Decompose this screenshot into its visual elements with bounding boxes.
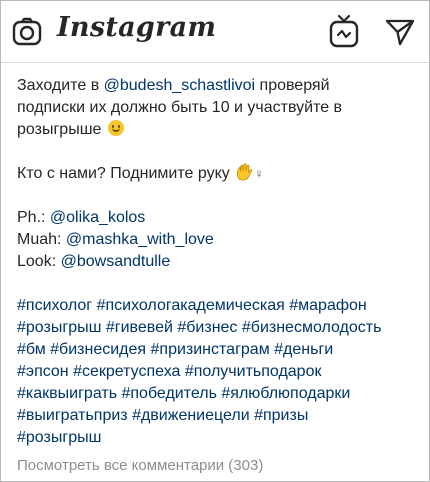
female-sign-glyph: ♀ (254, 166, 264, 181)
hashtag-block: #психолог #психологакадемическая #марафо… (17, 295, 417, 449)
raised-hand-emoji-icon (237, 163, 253, 181)
hashtag-line[interactable]: #психолог #психологакадемическая #марафо… (17, 295, 417, 317)
hashtag-line[interactable]: #каквыиграть #победитель #ялюблюподарки (17, 383, 417, 405)
credit-line: Look: @bowsandtulle (17, 253, 171, 270)
instagram-logo: Instagram (57, 12, 217, 43)
credit-link[interactable]: @olika_kolos (50, 209, 145, 226)
direct-message-icon[interactable] (385, 17, 415, 47)
credit-line: Ph.: @olika_kolos (17, 209, 146, 226)
hashtag-line[interactable]: #бм #бизнесидея #призинстаграм #деньги (17, 339, 417, 361)
view-all-comments-link[interactable]: Посмотреть все комментарии (303) (17, 457, 263, 474)
camera-icon[interactable] (11, 16, 43, 48)
hashtag-line[interactable]: #эпсон #секретуспеха #получитьподарок (17, 361, 417, 383)
credit-line: Muah: @mashka_with_love (17, 231, 214, 248)
smile-emoji-icon (107, 120, 124, 136)
credit-link[interactable]: @bowsandtulle (61, 253, 171, 270)
hashtag-line[interactable]: #выигратьприз #движениецели #призы (17, 405, 417, 427)
credit-link[interactable]: @mashka_with_love (66, 231, 214, 248)
hashtag-line[interactable]: #розыгрыш #гивевей #бизнес #бизнесмолодо… (17, 317, 417, 339)
post-caption: Заходите в @budesh_schastlivoi проверяй … (17, 75, 417, 449)
caption-line: розыгрыше (17, 119, 417, 141)
caption-line: Заходите в @budesh_schastlivoi проверяй (17, 77, 330, 94)
caption-line: подписки их должно быть 10 и участвуйте … (17, 99, 343, 116)
caption-line: Кто с нами? Поднимите руку ♀ (17, 163, 264, 182)
instagram-post-frame: Instagram Заходите в @budesh_schastlivoi… (0, 0, 430, 482)
mention-link[interactable]: @budesh_schastlivoi (104, 77, 255, 94)
hashtag-line[interactable]: #розыгрыш (17, 427, 417, 449)
igtv-icon[interactable] (329, 14, 359, 48)
top-navigation-bar: Instagram (1, 1, 429, 63)
